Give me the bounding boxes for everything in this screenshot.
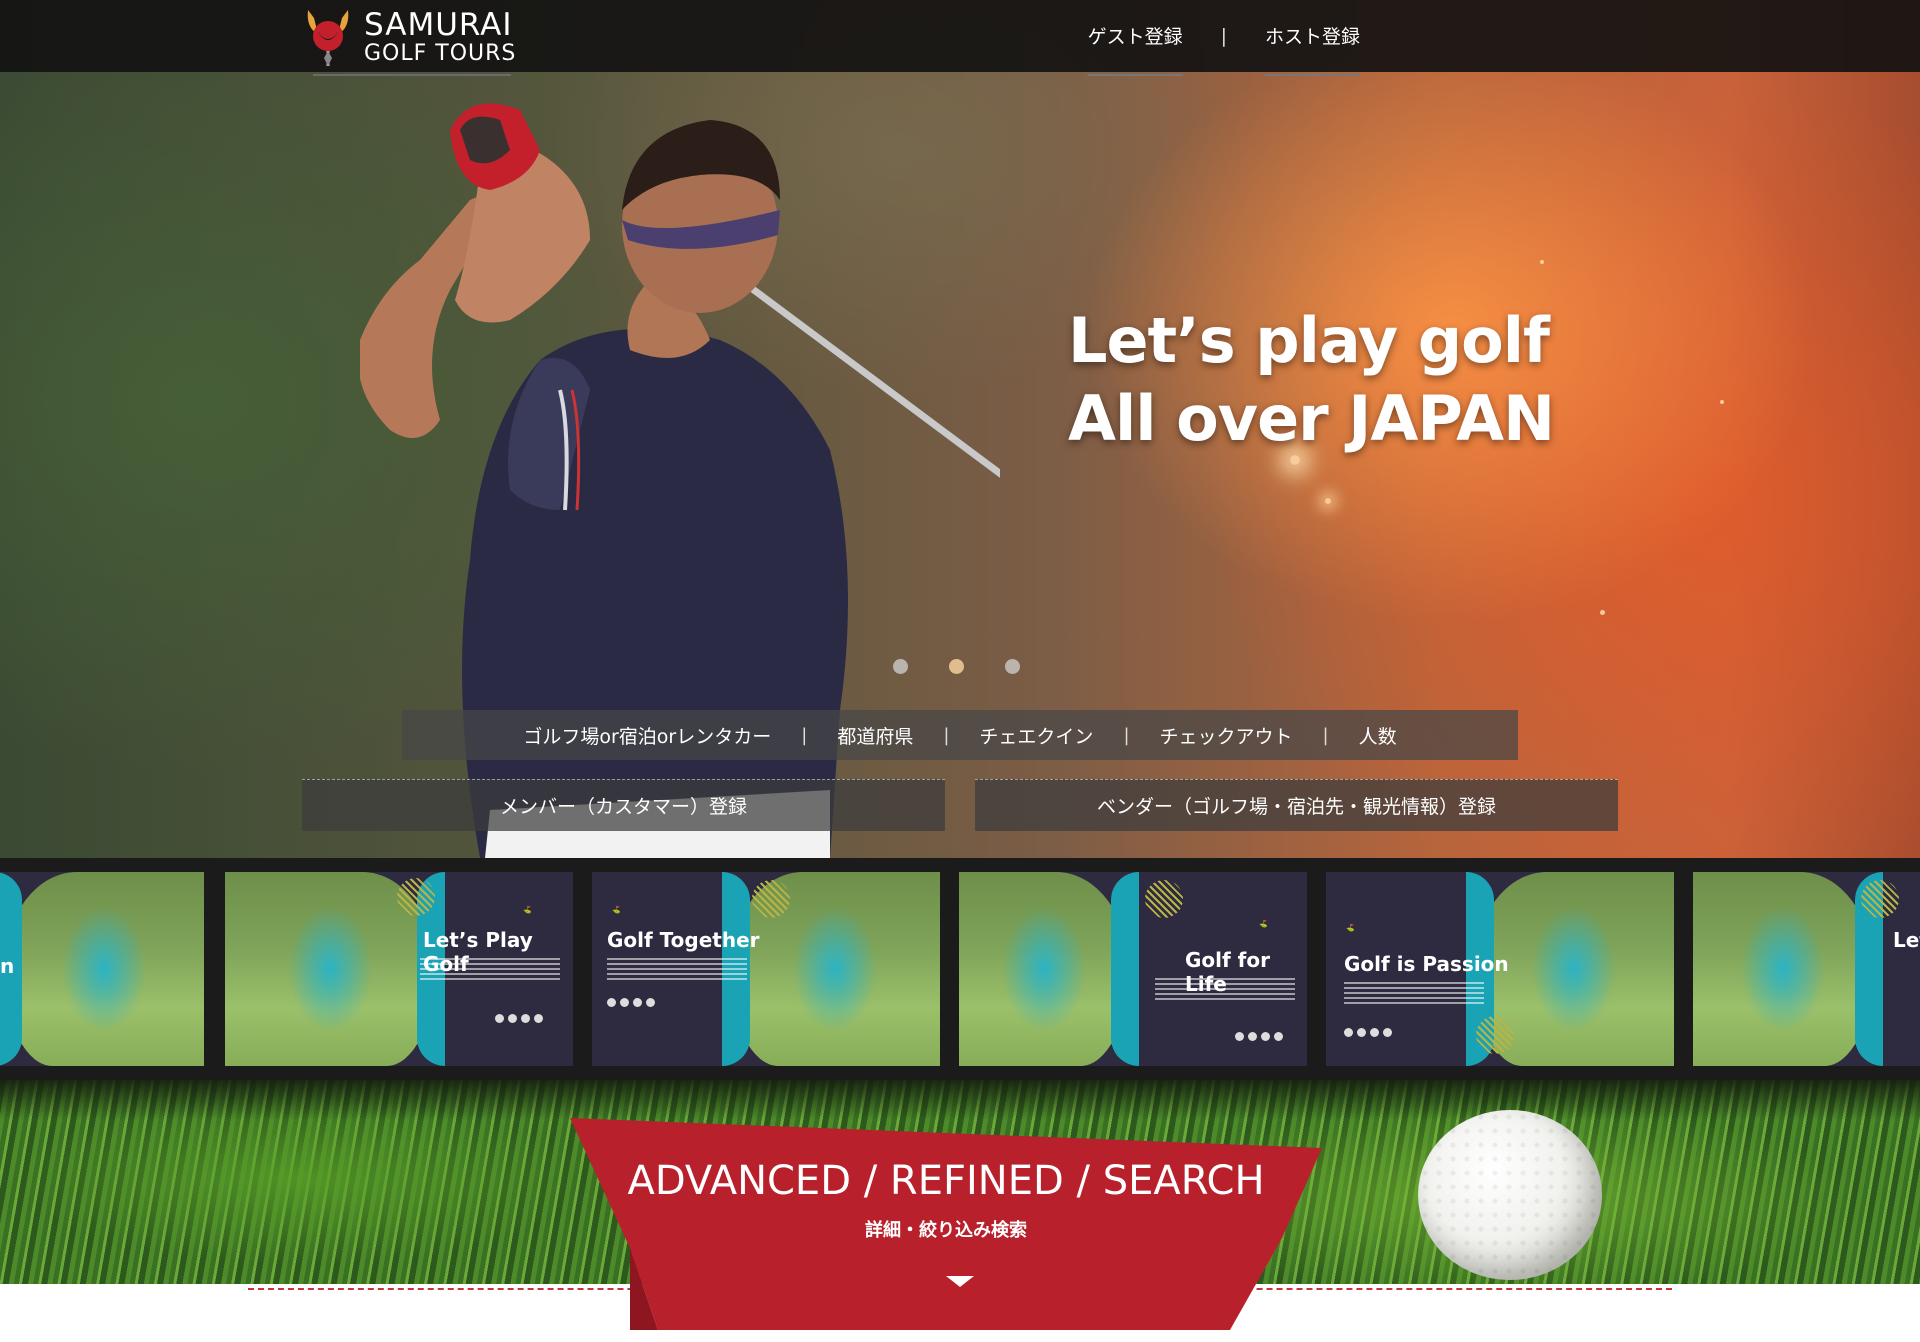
header-nav: ゲスト登録 | ホスト登録 xyxy=(1087,22,1360,76)
promo-photo xyxy=(1693,872,1873,1066)
guest-register-label: ゲスト登録 xyxy=(1087,26,1183,48)
hero-headline: Let’s play golf All over JAPAN xyxy=(1068,302,1555,458)
promo-photo xyxy=(959,872,1129,1066)
promo-card-title: Golf is Passion xyxy=(1344,952,1509,976)
slider-pagination xyxy=(893,659,1020,674)
host-register-link[interactable]: ホスト登録 xyxy=(1264,22,1360,76)
nav-underline xyxy=(1087,74,1183,76)
search-field-facility[interactable]: ゴルフ場or宿泊orレンタカー xyxy=(493,722,801,749)
promo-card[interactable]: ⛳ Golf for Life xyxy=(959,872,1307,1066)
page: Let’s play golf All over JAPAN ゴルフ場or宿泊o… xyxy=(0,0,1920,1342)
promo-card[interactable]: Let xyxy=(1693,872,1920,1066)
promo-blob xyxy=(1861,880,1899,918)
sparkle-glow xyxy=(1540,260,1544,264)
promo-body-text xyxy=(1344,982,1484,1004)
promo-wave xyxy=(1111,872,1139,1066)
guest-register-link[interactable]: ゲスト登録 xyxy=(1087,22,1183,76)
search-bar: ゴルフ場or宿泊orレンタカー | 都道府県 | チェエクイン | チェックアウ… xyxy=(402,710,1518,760)
sparkle-glow xyxy=(1325,498,1331,504)
sparkle-glow xyxy=(1600,610,1605,615)
nav-separator: | xyxy=(1220,24,1227,47)
nav-underline xyxy=(1264,74,1360,76)
search-field-checkin[interactable]: チェエクイン xyxy=(949,722,1123,749)
promo-brand: ⛳ xyxy=(612,906,621,914)
promo-body-text xyxy=(607,958,747,980)
site-logo[interactable]: SAMURAI GOLF TOURS xyxy=(300,6,516,68)
search-field-guests[interactable]: 人数 xyxy=(1329,722,1427,749)
promo-blob xyxy=(1145,880,1183,918)
promo-photo xyxy=(4,872,204,1066)
top-navigation-bar: SAMURAI GOLF TOURS ゲスト登録 | ホスト登録 xyxy=(0,0,1920,76)
promo-social-icons xyxy=(1235,1032,1283,1041)
search-field-checkout[interactable]: チェックアウト xyxy=(1130,722,1323,749)
vendor-register-button[interactable]: ベンダー（ゴルフ場・宿泊先・観光情報）登録 xyxy=(975,779,1618,831)
golf-ball-dimples xyxy=(1418,1110,1602,1280)
promo-brand: ⛳ xyxy=(523,906,532,914)
promo-social-icons xyxy=(607,998,655,1007)
logo-wordmark: SAMURAI GOLF TOURS xyxy=(364,6,517,66)
advanced-search-button[interactable]: ADVANCED / REFINED / SEARCH 詳細・絞り込み検索 xyxy=(570,1118,1322,1330)
promo-body-text xyxy=(1155,978,1295,1000)
promo-social-icons xyxy=(1344,1028,1392,1037)
promo-card[interactable]: ⛳ Let’s Play Golf xyxy=(225,872,573,1066)
promo-card[interactable]: ⛳ Golf is Passion xyxy=(1326,872,1674,1066)
slider-dot-2[interactable] xyxy=(949,659,964,674)
promo-blob xyxy=(752,880,790,918)
host-register-label: ホスト登録 xyxy=(1264,26,1360,48)
logo-underline xyxy=(313,74,511,76)
golf-ball-image xyxy=(1418,1110,1602,1280)
promo-card-title: Let xyxy=(1893,928,1920,952)
promo-brand: ⛳ xyxy=(1259,920,1268,928)
promo-body-text xyxy=(420,958,560,980)
member-register-button[interactable]: メンバー（カスタマー）登録 xyxy=(302,779,945,831)
hero-banner: Let’s play golf All over JAPAN ゴルフ場or宿泊o… xyxy=(0,0,1920,858)
sparkle-glow xyxy=(1720,400,1724,404)
promo-carousel: n ⛳ Let’s Play Golf ⛳ Golf Together xyxy=(0,858,1920,1080)
promo-brand: ⛳ xyxy=(1346,924,1355,932)
samurai-helmet-icon xyxy=(307,10,349,66)
promo-card-title: Golf Together xyxy=(607,928,760,952)
promo-card[interactable]: ⛳ Golf Together xyxy=(592,872,940,1066)
grass-shade xyxy=(0,1080,1920,1120)
hero-headline-line1: Let’s play golf xyxy=(1068,304,1550,377)
search-field-prefecture[interactable]: 都道府県 xyxy=(807,722,943,749)
slider-dot-1[interactable] xyxy=(893,659,908,674)
promo-card-title: n xyxy=(0,954,15,978)
promo-blob xyxy=(397,878,435,916)
advanced-search-subtitle: 詳細・絞り込み検索 xyxy=(865,1220,1027,1241)
logo-line1: SAMURAI xyxy=(364,6,513,43)
promo-social-icons xyxy=(495,1014,543,1023)
slider-dot-3[interactable] xyxy=(1005,659,1020,674)
advanced-search-title: ADVANCED / REFINED / SEARCH xyxy=(627,1158,1265,1204)
chevron-down-icon xyxy=(946,1276,974,1287)
promo-blob xyxy=(1476,1016,1514,1054)
promo-card[interactable]: n xyxy=(0,872,204,1066)
logo-line2: GOLF TOURS xyxy=(364,40,517,66)
hero-headline-line2: All over JAPAN xyxy=(1068,382,1555,455)
